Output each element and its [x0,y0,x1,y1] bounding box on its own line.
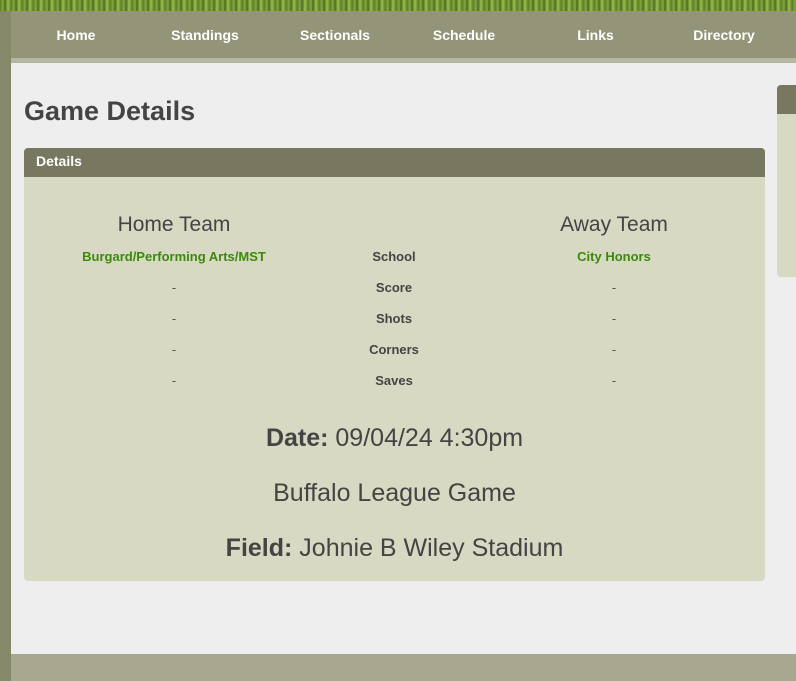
details-panel: Details Home Team Away Team Burgard/Perf… [24,148,765,581]
away-school-link[interactable]: City Honors [504,249,724,264]
page-title: Game Details [24,96,196,126]
side-panel-edge [777,85,796,277]
nav-schedule[interactable]: Schedule [401,27,527,43]
main-nav: Home Standings Sectionals Schedule Links… [11,11,796,58]
school-row-label: School [372,249,416,264]
score-row-label: Score [375,280,413,295]
date-label: Date: [265,424,329,452]
details-panel-header: Details [24,148,765,177]
field-label: Field: [225,534,293,562]
away-team-heading: Away Team [560,213,668,236]
home-score: - [171,280,177,295]
home-school-link[interactable]: Burgard/Performing Arts/MST [34,249,314,264]
shots-row-label: Shots [375,311,413,326]
home-saves: - [171,373,177,388]
game-type: Buffalo League Game [273,479,516,507]
away-corners: - [611,342,617,357]
footer-bar [11,654,796,681]
away-shots: - [611,311,617,326]
home-corners: - [171,342,177,357]
away-score: - [611,280,617,295]
game-date: Date: 09/04/24 4:30pm [24,424,765,453]
away-saves: - [611,373,617,388]
grass-banner [0,0,796,11]
left-rail [0,11,11,681]
saves-row-label: Saves [375,373,413,388]
corners-row-label: Corners [369,342,419,357]
nav-standings[interactable]: Standings [141,27,269,43]
home-shots: - [171,311,177,326]
nav-home[interactable]: Home [11,27,141,43]
nav-directory[interactable]: Directory [664,27,784,43]
main-content: Game Details Details Home Team Away Team… [11,63,796,654]
field-value: Johnie B Wiley Stadium [299,534,564,562]
home-team-heading: Home Team [117,213,231,236]
game-field: Field: Johnie B Wiley Stadium [24,534,765,563]
nav-links[interactable]: Links [527,27,664,43]
nav-sectionals[interactable]: Sectionals [269,27,401,43]
date-value: 09/04/24 4:30pm [335,424,524,452]
